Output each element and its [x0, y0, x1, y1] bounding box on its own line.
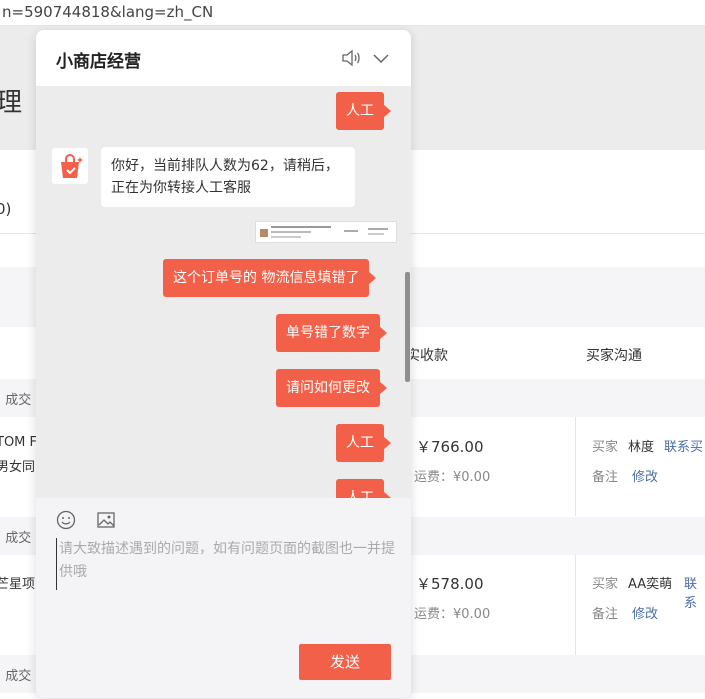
contact-buyer-link[interactable]: 联系	[684, 573, 705, 611]
message-bubble: 人工	[336, 424, 391, 462]
compose-area: 请大致描述遇到的问题，如有问题页面的截图也一并提供哦 发送	[36, 498, 411, 698]
buyer-label: 买家	[592, 440, 619, 455]
buyer-name: AA奕萌	[628, 577, 673, 592]
page-title: 理	[0, 88, 23, 118]
message-list[interactable]: 人工 你好，当前排队人数为62，请稍后，正在为你转接人工客服 这个订单号的 物流…	[36, 86, 411, 498]
buyer-label: 买家	[592, 577, 619, 592]
buyer-name: 林度	[628, 440, 655, 455]
message-bubble: 这个订单号的 物流信息填错了	[163, 259, 377, 297]
product-name[interactable]: 芒星项	[0, 573, 35, 592]
edit-note-link[interactable]: 修改	[632, 466, 658, 485]
message-bubble: 单号错了数字	[276, 314, 387, 352]
chat-title: 小商店经营	[56, 52, 141, 72]
message-bubble: 人工	[336, 479, 391, 498]
order-status: ) 成交	[0, 393, 32, 408]
send-button[interactable]: 发送	[299, 644, 391, 680]
message-bubble: 人工	[336, 92, 391, 130]
order-status: ) 成交	[0, 669, 32, 684]
screenshot-thumbnail[interactable]	[255, 221, 397, 243]
order-count: 0)	[0, 200, 12, 218]
divider	[575, 417, 576, 516]
bot-avatar	[52, 148, 88, 184]
edit-note-link[interactable]: 修改	[632, 603, 658, 622]
column-header-received: 实收款	[406, 348, 448, 364]
order-price: ￥766.00	[416, 438, 484, 456]
image-icon[interactable]	[97, 511, 115, 529]
note-label: 备注	[592, 470, 619, 485]
contact-buyer-link[interactable]: 联系买	[664, 436, 703, 455]
divider	[575, 555, 576, 655]
speaker-icon[interactable]	[341, 49, 361, 67]
message-bubble: 你好，当前排队人数为62，请稍后，正在为你转接人工客服	[101, 147, 355, 207]
order-shipping: 运费：¥0.00	[414, 607, 491, 622]
product-name[interactable]: TOM F	[0, 435, 37, 450]
order-price: ￥578.00	[416, 575, 484, 593]
emoji-icon[interactable]	[56, 510, 76, 530]
message-bubble: 请问如何更改	[276, 369, 387, 407]
chat-widget: 小商店经营 人工 你好，当前排队人数为62，请稍后，正在为你转接人工客服 这个订…	[36, 30, 411, 698]
chevron-down-icon[interactable]	[372, 50, 390, 64]
order-shipping: 运费：¥0.00	[414, 470, 491, 485]
chat-header: 小商店经营	[36, 30, 411, 86]
column-header-buyer-chat: 买家沟通	[586, 348, 642, 364]
scrollbar[interactable]	[405, 272, 410, 382]
message-input[interactable]: 请大致描述遇到的问题，如有问题页面的截图也一并提供哦	[56, 538, 396, 590]
order-status: ) 成交	[0, 531, 32, 546]
address-bar[interactable]: n=590744818&lang=zh_CN	[0, 0, 705, 26]
note-label: 备注	[592, 607, 619, 622]
product-name-line2: 男女同	[0, 460, 36, 475]
